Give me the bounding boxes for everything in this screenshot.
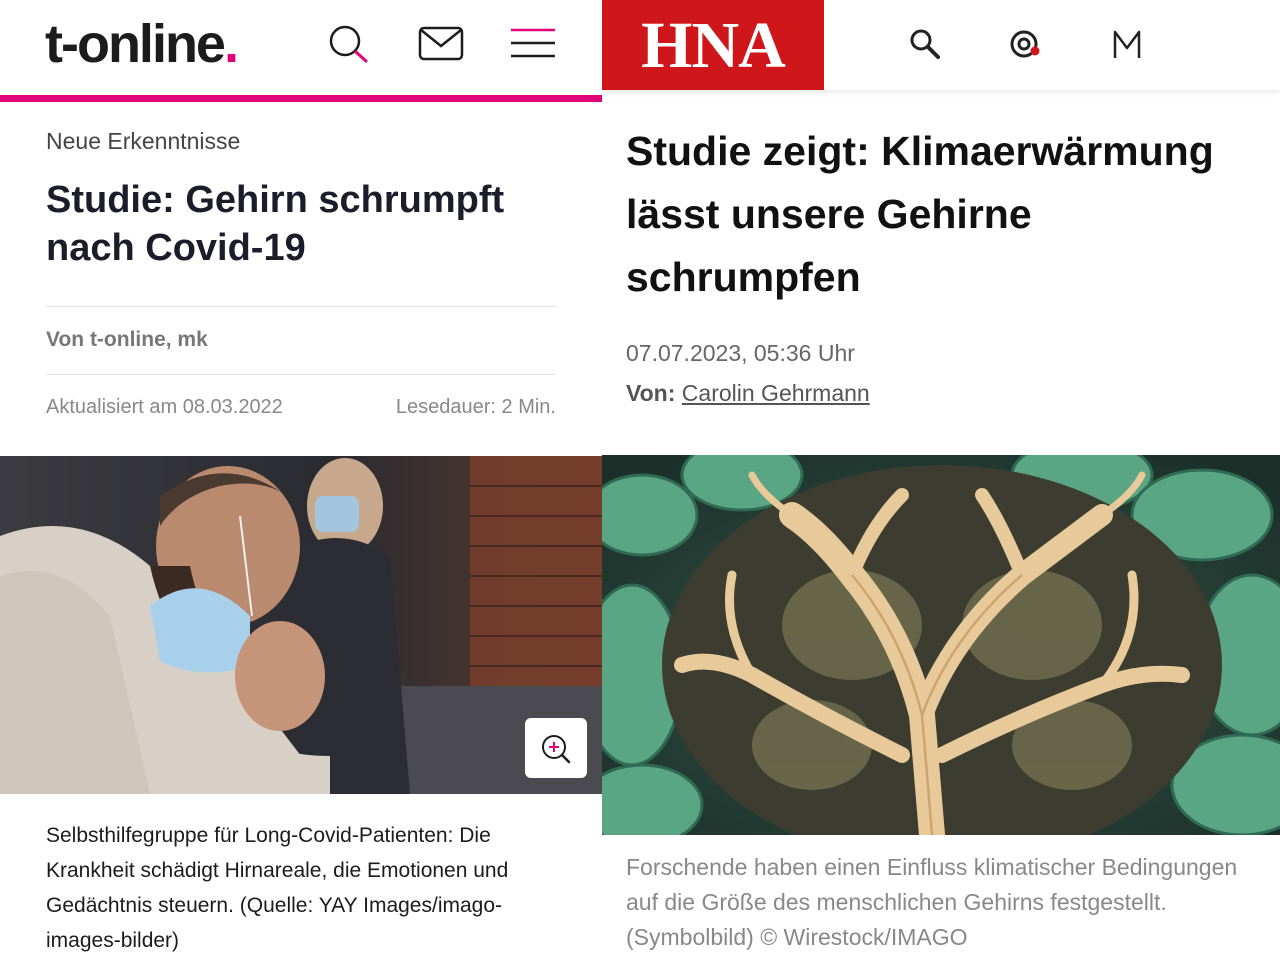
article-title: Studie zeigt: Klimaerwärmung lässt unser… (626, 128, 1214, 300)
article-illustration[interactable] (602, 455, 1280, 835)
tonline-logo-dot: . (223, 14, 239, 74)
hna-logo[interactable]: HNA (602, 0, 824, 90)
article-title: Studie: Gehirn schrumpft nach Covid-19 (46, 179, 505, 269)
tonline-header: t-online. (0, 0, 602, 96)
search-icon[interactable] (326, 24, 374, 64)
article-read-time: Lesedauer: 2 Min. (395, 396, 556, 418)
account-icon[interactable] (1109, 26, 1145, 62)
tonline-logo-text: t-online (45, 14, 226, 74)
tonline-article-panel: t-online. Neue Erkenntnisse Studie: Gehi… (0, 0, 602, 967)
divider (46, 306, 556, 307)
article-author[interactable]: Von t-online, mk (46, 328, 208, 352)
byline-label: Von: (626, 380, 676, 406)
photo-caption: Selbsthilfegruppe für Long-Covid-Patient… (46, 824, 509, 952)
hna-header: HNA (602, 0, 1280, 90)
article-byline: Von: Carolin Gehrmann (626, 380, 870, 407)
hna-article-panel: HNA Studie zeigt: Klimaerwärmung lässt u… (602, 0, 1280, 967)
article-date: 07.07.2023, 05:36 Uhr (626, 340, 855, 366)
menu-icon[interactable] (509, 24, 557, 64)
article-kicker: Neue Erkenntnisse (46, 128, 241, 154)
author-link[interactable]: Carolin Gehrmann (682, 380, 870, 406)
podcast-icon[interactable] (1007, 26, 1043, 62)
tonline-accent-bar (0, 95, 602, 102)
article-photo[interactable] (0, 456, 602, 794)
divider (46, 374, 556, 375)
tonline-logo[interactable]: t-online. (45, 14, 239, 74)
article-updated-date: Aktualisiert am 08.03.2022 (46, 396, 283, 418)
mail-icon[interactable] (417, 24, 465, 64)
illustration-caption: Forschende haben einen Einfluss klimatis… (626, 854, 1238, 950)
zoom-in-icon[interactable] (525, 718, 587, 778)
search-icon[interactable] (907, 26, 943, 62)
